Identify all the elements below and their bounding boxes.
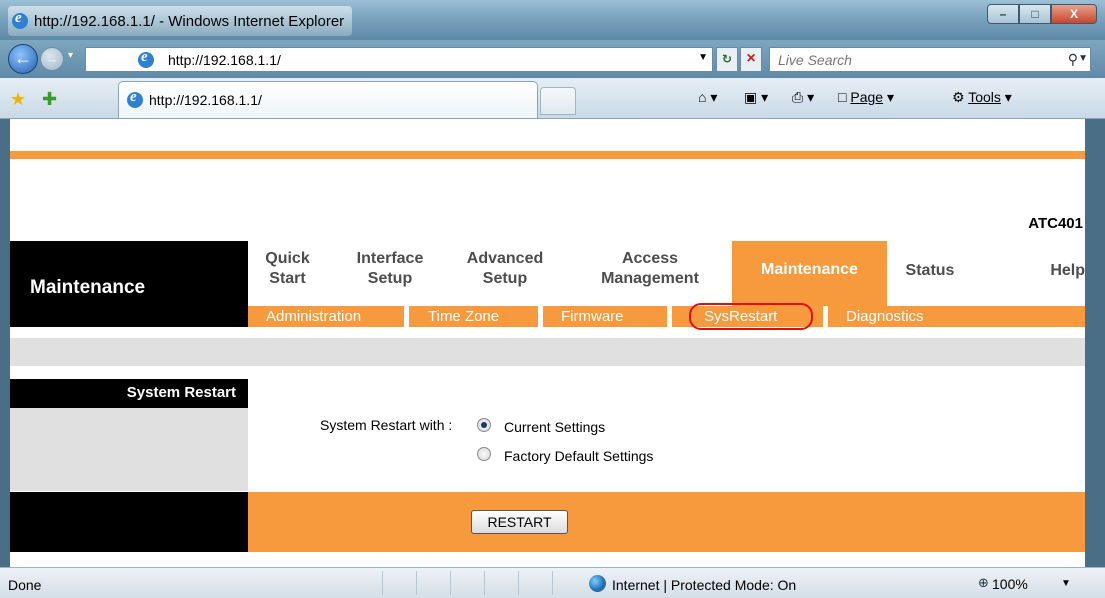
security-zone[interactable]: Internet | Protected Mode: On (612, 577, 796, 593)
title-area: http://192.168.1.1/ - Windows Internet E… (8, 6, 353, 36)
search-input[interactable] (778, 49, 1048, 71)
submenu-time-zone[interactable]: Time Zone (428, 308, 499, 325)
footer-bar (248, 492, 1095, 552)
submenu-divider (667, 306, 672, 327)
status-cell (450, 571, 484, 595)
address-field[interactable]: http://192.168.1.1/ ▼ (85, 47, 713, 72)
current-settings-label[interactable]: Current Settings (504, 419, 605, 435)
menu-quick-start[interactable]: Quick Start (260, 249, 315, 289)
status-cell (552, 571, 586, 595)
maximize-button[interactable]: □ (1019, 4, 1051, 24)
address-dropdown-icon[interactable]: ▼ (698, 52, 708, 63)
restart-option-label: System Restart with : (320, 417, 453, 433)
restart-button[interactable]: RESTART (471, 510, 568, 534)
feeds-icon[interactable]: ▣ ▾ (744, 89, 768, 106)
title-bar: http://192.168.1.1/ - Windows Internet E… (0, 0, 1105, 40)
search-box: ⚲ ▼ (769, 47, 1091, 72)
tab-page-icon (127, 89, 143, 108)
stop-button[interactable]: × (740, 47, 762, 72)
window-controls: – □ X (987, 4, 1097, 24)
status-text: Done (8, 577, 42, 593)
status-bar: Done Internet | Protected Mode: On ⊕ 100… (0, 567, 1105, 598)
favorites-star-icon[interactable]: ★ (10, 89, 26, 110)
radio-factory-default[interactable] (477, 447, 491, 461)
menu-status[interactable]: Status (895, 261, 965, 281)
favorites-bar: ★ ✚ http://192.168.1.1/ ⌂ ▾ ▣ ▾ ⎙ ▾ □ Pa… (0, 78, 1105, 119)
page-content: ATC401 Maintenance Quick Start Interface… (10, 119, 1095, 567)
submenu-administration[interactable]: Administration (266, 308, 361, 325)
panel-header: System Restart (10, 379, 248, 408)
section-title: Maintenance (30, 277, 146, 298)
status-cell (484, 571, 518, 595)
tools-menu[interactable]: ⚙ Tools ▾ (952, 89, 1012, 106)
menu-access-management[interactable]: Access Management (585, 249, 715, 289)
print-icon[interactable]: ⎙ ▾ (792, 89, 814, 106)
window-right-edge (1085, 119, 1095, 567)
tools-menu-label: Tools (968, 89, 1001, 105)
model-name: ATC401 (1028, 215, 1083, 232)
page-icon (138, 49, 154, 68)
search-icon[interactable]: ⚲ (1068, 51, 1078, 68)
submenu-divider (538, 306, 543, 327)
gray-divider (10, 338, 1095, 366)
page-menu[interactable]: □ Page ▾ (838, 89, 894, 106)
submenu-bar: Administration Time Zone Firmware SysRes… (248, 306, 1095, 327)
submenu-firmware[interactable]: Firmware (561, 308, 624, 325)
zoom-level[interactable]: 100% (992, 576, 1028, 592)
address-url[interactable]: http://192.168.1.1/ (168, 52, 281, 68)
minimize-button[interactable]: – (987, 4, 1019, 24)
close-button[interactable]: X (1051, 4, 1097, 24)
address-row: ← → ▾ http://192.168.1.1/ ▼ ↻ × ⚲ ▼ (0, 40, 1105, 78)
refresh-button[interactable]: ↻ (716, 47, 738, 72)
back-button[interactable]: ← (8, 44, 38, 74)
panel-side (10, 408, 248, 491)
submenu-divider (823, 306, 828, 327)
menu-interface-setup[interactable]: Interface Setup (350, 249, 430, 289)
zoom-dropdown-icon[interactable]: ▼ (1061, 578, 1071, 589)
add-favorite-icon[interactable]: ✚ (42, 89, 57, 110)
footer-left (10, 492, 248, 552)
menu-advanced-setup[interactable]: Advanced Setup (455, 249, 555, 289)
panel-title: System Restart (126, 384, 236, 401)
zoom-icon[interactable]: ⊕ (978, 575, 989, 591)
status-cells (382, 571, 586, 595)
menu-help[interactable]: Help (1020, 261, 1085, 281)
menu-maintenance-label: Maintenance (761, 261, 858, 278)
status-cell (416, 571, 450, 595)
browser-window: http://192.168.1.1/ - Windows Internet E… (0, 0, 1105, 598)
internet-globe-icon (589, 575, 606, 592)
factory-default-label[interactable]: Factory Default Settings (504, 448, 653, 464)
search-dropdown-icon[interactable]: ▼ (1078, 53, 1088, 64)
status-cell (382, 571, 416, 595)
new-tab-button[interactable] (540, 87, 576, 115)
status-cell (518, 571, 552, 595)
page-menu-label: Page (850, 89, 884, 105)
submenu-diagnostics[interactable]: Diagnostics (846, 308, 924, 325)
home-icon[interactable]: ⌂ ▾ (698, 89, 717, 106)
window-title: http://192.168.1.1/ - Windows Internet E… (34, 12, 345, 30)
ie-logo-icon (12, 10, 28, 29)
top-orange-bar (10, 151, 1095, 159)
radio-current-settings[interactable] (477, 418, 491, 432)
forward-button[interactable]: → (40, 47, 64, 71)
sysrestart-highlight-circle (689, 303, 813, 330)
menu-maintenance[interactable]: Maintenance (732, 241, 887, 306)
submenu-divider (404, 306, 409, 327)
tab-title: http://192.168.1.1/ (149, 92, 262, 108)
history-dropdown-icon[interactable]: ▾ (68, 50, 73, 61)
tab-current[interactable]: http://192.168.1.1/ (118, 81, 538, 118)
